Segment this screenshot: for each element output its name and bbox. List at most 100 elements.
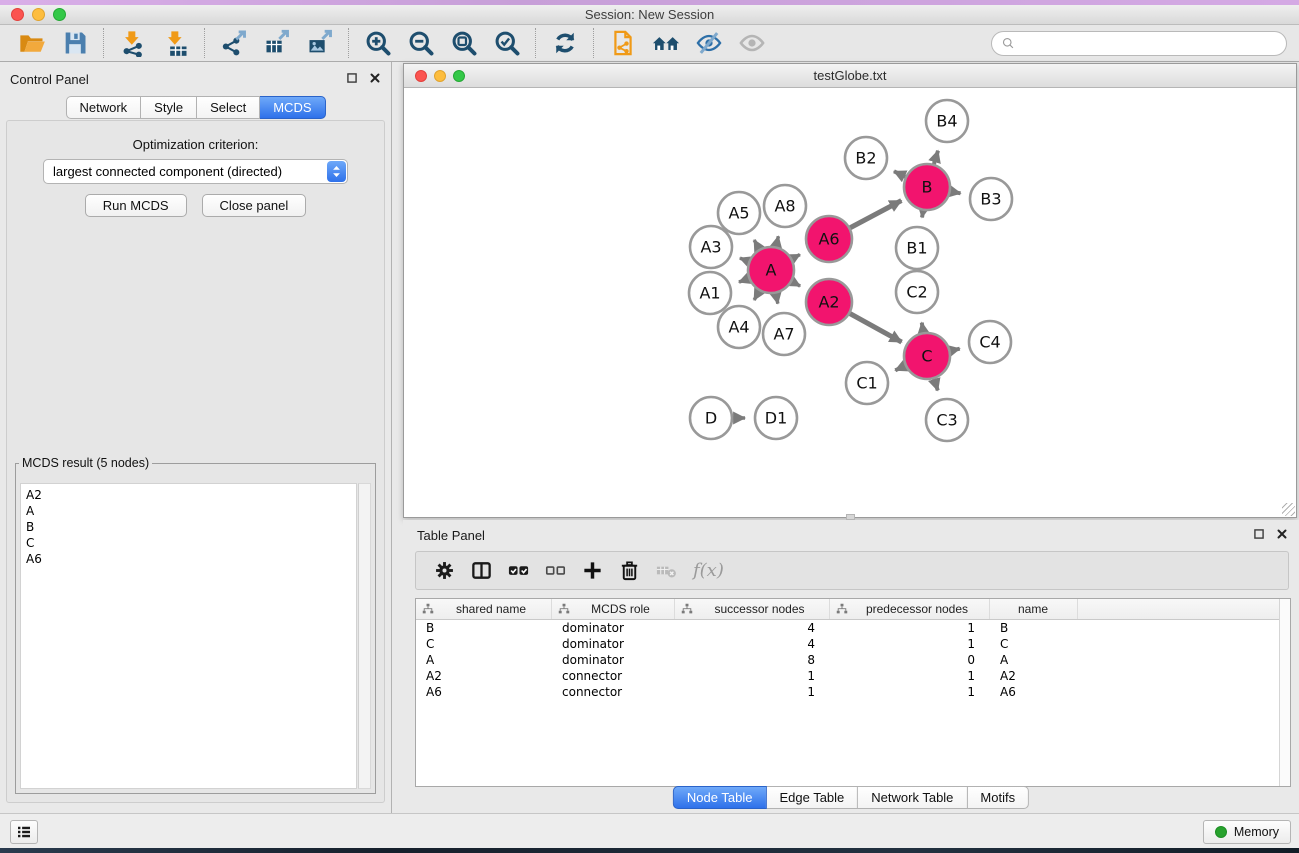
graph-node-C1[interactable]: C1: [846, 362, 888, 404]
window-resize-grip[interactable]: [1282, 503, 1295, 516]
mcds-result-item[interactable]: A: [26, 503, 351, 519]
tab-edge-table[interactable]: Edge Table: [766, 786, 858, 809]
network-minimize-button[interactable]: [434, 70, 446, 82]
tree-attribute-icon: [557, 602, 571, 616]
svg-text:B3: B3: [980, 190, 1001, 209]
column-layout-button[interactable]: [463, 555, 500, 586]
graph-node-A[interactable]: A: [748, 247, 794, 293]
import-network-button[interactable]: [111, 27, 154, 59]
refresh-layout-button[interactable]: [543, 27, 586, 59]
tab-node-table[interactable]: Node Table: [673, 786, 767, 809]
table-cell: dominator: [552, 621, 675, 635]
mcds-result-list[interactable]: A2ABCA6: [20, 483, 357, 789]
graph-node-A4[interactable]: A4: [718, 306, 760, 348]
graph-node-A3[interactable]: A3: [690, 226, 732, 268]
table-row[interactable]: Bdominator41B: [416, 620, 1290, 636]
mcds-result-item[interactable]: A6: [26, 551, 351, 567]
zoom-selected-button[interactable]: [485, 27, 528, 59]
graph-node-A1[interactable]: A1: [689, 272, 731, 314]
memory-status-icon: [1215, 826, 1227, 838]
table-cell: A2: [990, 669, 1078, 683]
graph-node-A8[interactable]: A8: [764, 185, 806, 227]
table-row[interactable]: Adominator80A: [416, 652, 1290, 668]
search-field[interactable]: [991, 31, 1287, 56]
mcds-result-scrollbar[interactable]: [358, 483, 371, 789]
graph-node-A5[interactable]: A5: [718, 192, 760, 234]
close-panel-icon[interactable]: [368, 71, 382, 85]
graph-node-B3[interactable]: B3: [970, 178, 1012, 220]
float-table-panel-icon[interactable]: [1252, 527, 1266, 541]
close-window-button[interactable]: [11, 8, 24, 21]
minimize-window-button[interactable]: [32, 8, 45, 21]
tab-style[interactable]: Style: [141, 96, 197, 119]
graph-node-D[interactable]: D: [690, 397, 732, 439]
graph-node-C3[interactable]: C3: [926, 399, 968, 441]
import-table-button[interactable]: [154, 27, 197, 59]
column-header-name[interactable]: name: [990, 599, 1078, 619]
graph-node-D1[interactable]: D1: [755, 397, 797, 439]
svg-text:A8: A8: [774, 197, 795, 216]
table-row[interactable]: Cdominator41C: [416, 636, 1290, 652]
table-row[interactable]: A2connector11A2: [416, 668, 1290, 684]
run-mcds-button[interactable]: Run MCDS: [85, 194, 187, 217]
graph-node-A2[interactable]: A2: [806, 279, 852, 325]
float-panel-icon[interactable]: [345, 71, 359, 85]
list-icon: [15, 823, 33, 841]
network-close-button[interactable]: [415, 70, 427, 82]
graph-node-C4[interactable]: C4: [969, 321, 1011, 363]
zoom-fit-button[interactable]: [442, 27, 485, 59]
graph-node-A6[interactable]: A6: [806, 216, 852, 262]
hide-graphics-details-button[interactable]: [687, 27, 730, 59]
graph-node-C[interactable]: C: [904, 333, 950, 379]
close-panel-button[interactable]: Close panel: [202, 194, 307, 217]
export-network-button[interactable]: [212, 27, 255, 59]
tab-select[interactable]: Select: [197, 96, 260, 119]
search-input[interactable]: [1021, 36, 1277, 50]
graph-node-C2[interactable]: C2: [896, 271, 938, 313]
export-image-button[interactable]: [298, 27, 341, 59]
tab-motifs[interactable]: Motifs: [967, 786, 1029, 809]
add-column-button[interactable]: [574, 555, 611, 586]
close-table-panel-icon[interactable]: [1275, 527, 1289, 541]
tab-network[interactable]: Network: [65, 96, 141, 119]
tab-network-table[interactable]: Network Table: [858, 786, 967, 809]
network-window-titlebar: testGlobe.txt: [404, 64, 1296, 88]
deselect-all-checks-button[interactable]: [537, 555, 574, 586]
zoom-out-button[interactable]: [399, 27, 442, 59]
network-zoom-button[interactable]: [453, 70, 465, 82]
zoom-selected-icon: [493, 29, 521, 57]
settings-gear-button[interactable]: [426, 555, 463, 586]
table-scrollbar[interactable]: [1279, 599, 1290, 786]
column-header-predecessor-nodes[interactable]: predecessor nodes: [830, 599, 990, 619]
home-pair-button[interactable]: [644, 27, 687, 59]
graph-node-B2[interactable]: B2: [845, 137, 887, 179]
graph-node-A7[interactable]: A7: [763, 313, 805, 355]
memory-button[interactable]: Memory: [1203, 820, 1291, 844]
export-table-button[interactable]: [255, 27, 298, 59]
graph-node-B[interactable]: B: [904, 164, 950, 210]
task-history-button[interactable]: [10, 820, 38, 844]
zoom-window-button[interactable]: [53, 8, 66, 21]
network-from-file-button[interactable]: [601, 27, 644, 59]
mcds-result-item[interactable]: C: [26, 535, 351, 551]
column-header-shared-name[interactable]: shared name: [416, 599, 552, 619]
import-network-icon: [119, 29, 147, 57]
table-row[interactable]: A6connector11A6: [416, 684, 1290, 700]
tab-mcds[interactable]: MCDS: [260, 96, 325, 119]
main-toolbar: [0, 25, 1299, 62]
network-view-window: testGlobe.txt B4 B2 B B3 A8 A5 A6 A3 B1 A A1 C2 A2 A4…: [403, 63, 1297, 518]
criterion-select[interactable]: largest connected component (directed): [43, 159, 348, 184]
delete-column-button[interactable]: [611, 555, 648, 586]
mcds-result-item[interactable]: B: [26, 519, 351, 535]
graph-node-B4[interactable]: B4: [926, 100, 968, 142]
column-header-mcds-role[interactable]: MCDS role: [552, 599, 675, 619]
select-all-checks-button[interactable]: [500, 555, 537, 586]
mcds-result-item[interactable]: A2: [26, 487, 351, 503]
column-header-successor-nodes[interactable]: successor nodes: [675, 599, 830, 619]
graph-node-B1[interactable]: B1: [896, 227, 938, 269]
zoom-in-button[interactable]: [356, 27, 399, 59]
network-canvas[interactable]: B4 B2 B B3 A8 A5 A6 A3 B1 A A1 C2 A2 A4A7 C4 C C1 C3 D D1: [404, 89, 1296, 517]
open-folder-button[interactable]: [10, 27, 53, 59]
open-folder-icon: [18, 29, 46, 57]
save-session-button[interactable]: [53, 27, 96, 59]
